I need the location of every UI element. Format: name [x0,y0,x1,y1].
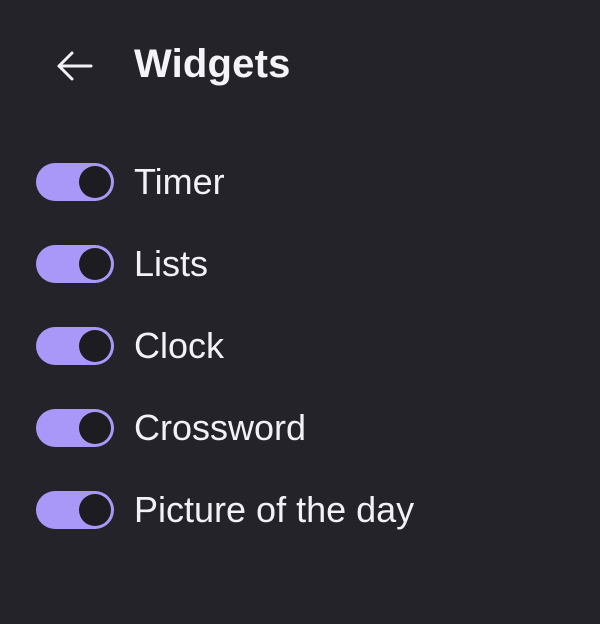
widget-row-timer: Timer [0,141,600,223]
lists-toggle[interactable] [36,245,114,283]
widget-label-clock: Clock [134,325,225,366]
header: Widgets [0,0,600,130]
toggle-knob [79,412,111,444]
clock-toggle[interactable] [36,327,114,365]
crossword-toggle[interactable] [36,409,114,447]
widget-row-clock: Clock [0,305,600,387]
picture-of-the-day-toggle[interactable] [36,491,114,529]
arrow-left-icon [57,51,93,81]
widget-label-timer: Timer [134,161,225,202]
page-title: Widgets [134,42,291,86]
widget-row-crossword: Crossword [0,387,600,469]
toggle-knob [79,494,111,526]
toggle-knob [79,248,111,280]
toggle-knob [79,330,111,362]
timer-toggle[interactable] [36,163,114,201]
widget-row-picture-of-the-day: Picture of the day [0,469,600,551]
widget-label-picture-of-the-day: Picture of the day [134,489,415,530]
back-button[interactable] [48,42,100,90]
widget-label-crossword: Crossword [134,407,307,448]
toggle-knob [79,166,111,198]
widget-label-lists: Lists [134,243,209,284]
widget-list: Timer Lists Clock Crossword Picture of t… [0,141,600,551]
widget-row-lists: Lists [0,223,600,305]
